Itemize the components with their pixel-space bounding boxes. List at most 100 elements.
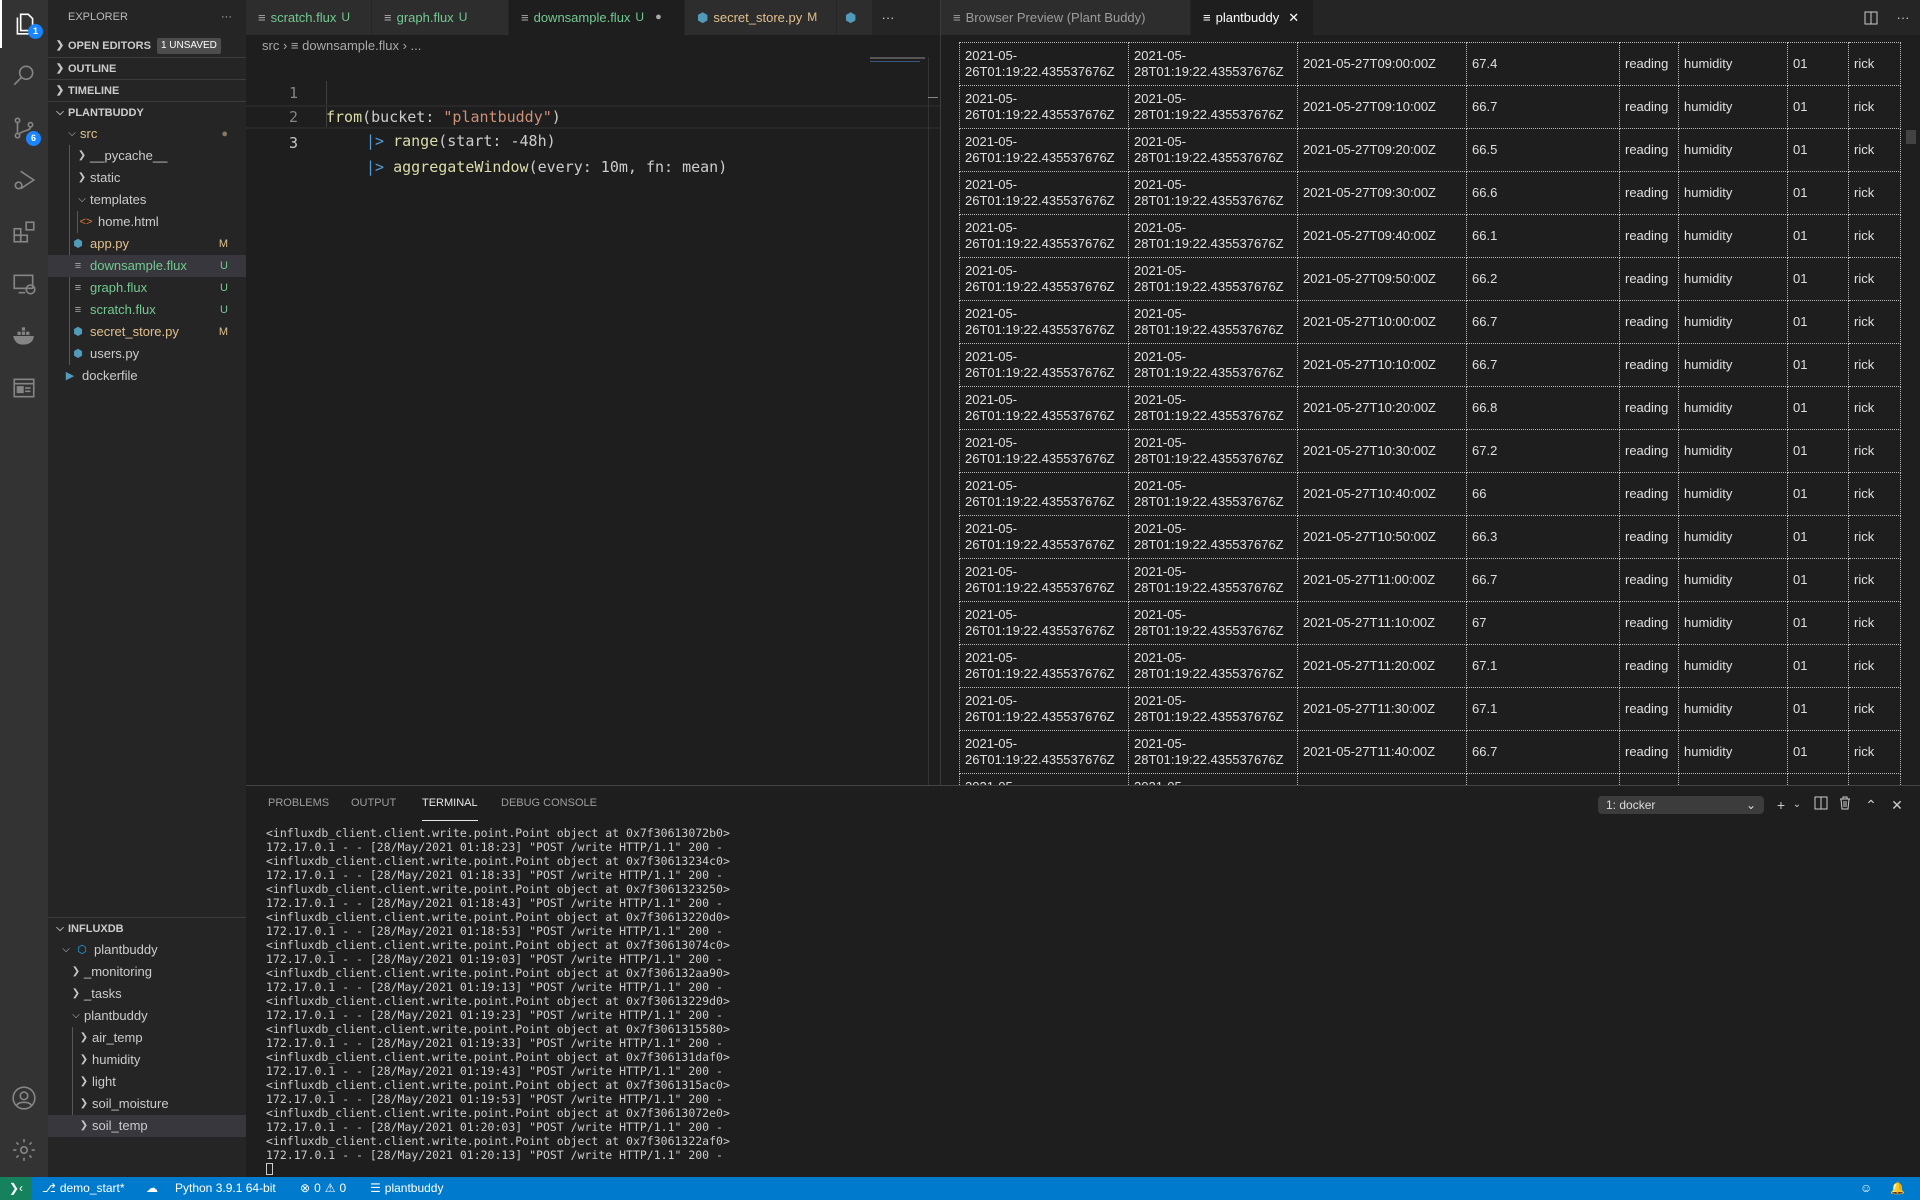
extensions-activity[interactable] — [0, 208, 48, 256]
section-outline[interactable]: ❯ OUTLINE — [48, 57, 246, 79]
editor-tab-bar: ≡ scratch.flux U ≡ graph.flux U ≡ downsa… — [246, 0, 940, 35]
scrollbar-thumb[interactable] — [1906, 130, 1916, 144]
cell-sensor: 01 — [1787, 171, 1849, 215]
more-actions-button[interactable]: ··· — [1886, 0, 1920, 35]
breadcrumb-file[interactable]: downsample.flux — [302, 38, 399, 53]
influx-bucket-plantbuddy[interactable]: ⌵ plantbuddy — [48, 1005, 246, 1027]
editor-more-actions[interactable]: ··· — [873, 0, 903, 35]
close-panel-icon[interactable]: ✕ — [1888, 796, 1906, 814]
code-token: (start: -48h) — [438, 132, 556, 150]
table-row: 2021-05-26T01:19:22.435537676Z2021-05-28… — [959, 343, 1901, 387]
influx-measurement-soil-moisture[interactable]: ❯ soil_moisture — [48, 1093, 246, 1115]
terminal-select[interactable]: 1: docker ⌄ — [1598, 796, 1764, 814]
breadcrumb-folder[interactable]: src — [262, 38, 279, 53]
gear-icon — [13, 1139, 35, 1161]
notifications-button[interactable]: 🔔 — [1890, 1177, 1905, 1200]
unsaved-dot[interactable]: ● — [655, 0, 662, 35]
problems-indicator[interactable]: ⊗ 0 ⚠ 0 — [300, 1177, 346, 1200]
tab-plantbuddy[interactable]: ≡ plantbuddy ✕ — [1191, 0, 1314, 35]
tree-item-src[interactable]: ⌵ src ● — [48, 123, 246, 145]
remote-explorer-activity[interactable] — [0, 260, 48, 308]
explorer-activity[interactable]: 1 — [0, 0, 48, 48]
python-interpreter[interactable]: Python 3.9.1 64-bit — [175, 1177, 276, 1200]
breadcrumb-symbol[interactable]: ... — [411, 38, 422, 53]
query-results-view: 2021-05- 26T01:19:22.435537676Z 2021-05- 28… — [940, 35, 1920, 785]
tab-terminal[interactable]: TERMINAL — [422, 786, 478, 821]
sync-button[interactable]: ☁ — [146, 1177, 158, 1200]
terminal-output[interactable]: <influxdb_client.client.write.point.Poin… — [266, 826, 730, 1175]
tree-item-graph-flux[interactable]: ≡ graph.flux U — [48, 277, 246, 299]
influx-measurement-air-temp[interactable]: ❯ air_temp — [48, 1027, 246, 1049]
cell-field: reading — [1619, 214, 1679, 258]
cell-user: rick — [1848, 558, 1901, 602]
influx-bucket-monitoring[interactable]: ❯ _monitoring — [48, 961, 246, 983]
run-debug-activity[interactable] — [0, 156, 48, 204]
tree-item-home-html[interactable]: <> home.html — [48, 211, 246, 233]
split-editor-button[interactable] — [1856, 0, 1886, 35]
minimap[interactable] — [868, 57, 940, 785]
cell-value: 66.1 — [1466, 214, 1620, 258]
code-line-current: 3 |> aggregateWindow(every: 10m, fn: mea… — [246, 105, 940, 176]
influx-bucket-tasks[interactable]: ❯ _tasks — [48, 983, 246, 1005]
tree-item-secret-store-py[interactable]: ⬢ secret_store.py M — [48, 321, 246, 343]
maximize-panel-icon[interactable]: ⌃ — [1862, 796, 1880, 814]
split-terminal-icon[interactable] — [1812, 796, 1830, 814]
influx-org-plantbuddy[interactable]: ⌵ ⬡ plantbuddy — [48, 939, 246, 961]
section-open-editors[interactable]: ❯ OPEN EDITORS 1 UNSAVED — [48, 35, 246, 57]
search-activity[interactable] — [0, 52, 48, 100]
influx-measurement-humidity[interactable]: ❯ humidity — [48, 1049, 246, 1071]
branch-indicator[interactable]: ⎇ demo_start* — [42, 1177, 125, 1200]
chevron-right-icon: ❯ — [79, 1032, 89, 1043]
tree-item-scratch-flux[interactable]: ≡ scratch.flux U — [48, 299, 246, 321]
tab-scratch-flux[interactable]: ≡ scratch.flux U — [246, 0, 372, 35]
tab-overflow-python[interactable]: ⬢ — [837, 0, 873, 35]
database-icon: ☰ — [370, 1181, 381, 1195]
scm-badge: 6 — [26, 131, 41, 146]
cell-user: rick — [1848, 515, 1901, 559]
terminal-line: 172.17.0.1 - - [28/May/2021 01:18:33] "P… — [266, 868, 723, 882]
table-row: 2021-05-26T01:19:22.435537676Z2021-05-28… — [959, 687, 1901, 731]
table-row: 2021-05-26T01:19:22.435537676Z2021-05-28… — [959, 773, 1901, 785]
tree-item-users-py[interactable]: ⬢ users.py — [48, 343, 246, 365]
cell-user: rick — [1848, 472, 1901, 516]
tab-downsample-flux[interactable]: ≡ downsample.flux U ● — [509, 0, 685, 35]
section-plantbuddy[interactable]: ⌵ PLANTBUDDY — [48, 101, 246, 123]
manage-activity[interactable] — [0, 1126, 48, 1174]
accounts-activity[interactable] — [0, 1074, 48, 1122]
tree-item-app-py[interactable]: ⬢ app.py M — [48, 233, 246, 255]
tab-output[interactable]: OUTPUT — [351, 786, 396, 821]
tab-debug-console[interactable]: DEBUG CONSOLE — [501, 786, 597, 821]
section-timeline[interactable]: ❯ TIMELINE — [48, 79, 246, 101]
section-influxdb[interactable]: ⌵ INFLUXDB — [48, 917, 246, 939]
tree-item-label: src — [80, 126, 98, 141]
tab-secret-store-py[interactable]: ⬢ secret_store.py M — [685, 0, 837, 35]
more-actions-button[interactable]: ··· — [221, 0, 232, 35]
cell-start: 2021-05-26T01:19:22.435537676Z — [959, 558, 1129, 602]
influx-measurement-soil-temp[interactable]: ❯ soil_temp — [48, 1115, 246, 1137]
chevron-down-icon[interactable]: ⌄ — [1788, 796, 1806, 814]
function-token: aggregateWindow — [393, 158, 529, 176]
tree-item-downsample-flux[interactable]: ≡ downsample.flux U — [48, 255, 246, 277]
trash-icon[interactable] — [1836, 796, 1854, 814]
browser-preview-activity[interactable] — [0, 364, 48, 412]
code-editor[interactable]: 1 from(bucket: "plantbuddy") 2 |> range(… — [246, 57, 940, 785]
tree-item-pycache[interactable]: ❯ __pycache__ — [48, 145, 246, 167]
tab-graph-flux[interactable]: ≡ graph.flux U — [372, 0, 509, 35]
cell-stop: 2021-05-28T01:19:22.435537676Z — [1128, 687, 1298, 731]
tab-browser-preview[interactable]: ≡ Browser Preview (Plant Buddy) — [941, 0, 1191, 35]
table-row: 2021-05-26T01:19:22.435537676Z2021-05-28… — [959, 85, 1901, 129]
remote-indicator[interactable]: ❯‹ — [0, 1177, 32, 1200]
influx-measurement-light[interactable]: ❯ light — [48, 1071, 246, 1093]
tab-problems[interactable]: PROBLEMS — [268, 786, 329, 821]
source-control-activity[interactable]: 6 — [0, 104, 48, 152]
cell-value: 66.6 — [1466, 171, 1620, 215]
influxdb-connection[interactable]: ☰ plantbuddy — [370, 1177, 443, 1200]
tree-item-label: secret_store.py — [90, 324, 179, 339]
close-icon[interactable]: ✕ — [1288, 0, 1299, 35]
tree-item-dockerfile[interactable]: ▶ dockerfile — [48, 365, 246, 387]
tree-item-static[interactable]: ❯ static — [48, 167, 246, 189]
docker-activity[interactable] — [0, 312, 48, 360]
feedback-button[interactable]: ☺ — [1860, 1177, 1872, 1200]
tree-item-templates[interactable]: ⌵ templates — [48, 189, 246, 211]
terminal-select-value: 1: docker — [1606, 798, 1656, 812]
